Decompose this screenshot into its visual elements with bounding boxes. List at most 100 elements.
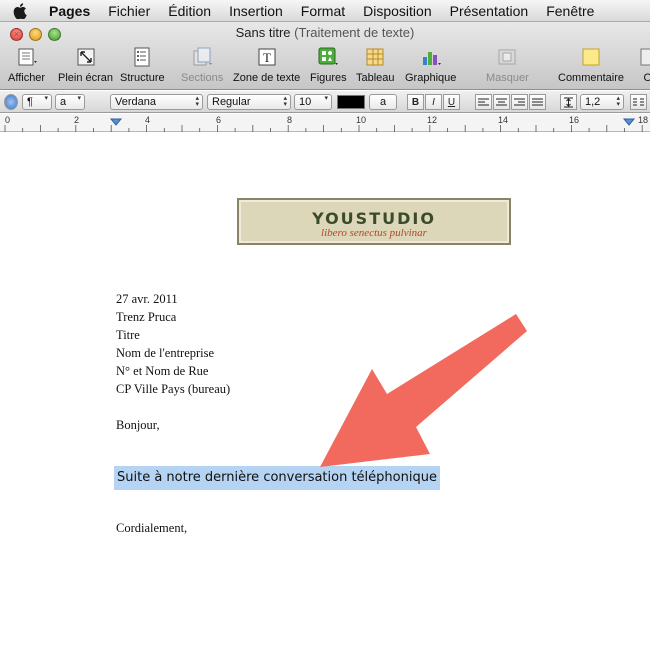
align-center-button[interactable] — [493, 94, 510, 110]
comment-icon — [580, 46, 602, 68]
view-button-label: Afficher — [8, 72, 46, 84]
document-title: Sans titre — [235, 25, 291, 40]
popup-arrow-icon: ▾ — [44, 95, 48, 102]
highlight-color-well[interactable]: a — [369, 94, 397, 110]
char-style-value: a — [60, 96, 67, 108]
document-page[interactable]: YOUSTUDIO libero senectus pulvinar 27 av… — [0, 133, 650, 652]
outline-button-label: Structure — [120, 72, 165, 84]
underline-button[interactable]: U — [443, 94, 460, 110]
justify-button[interactable] — [529, 94, 546, 110]
svg-text:T: T — [263, 50, 271, 65]
outline-button[interactable]: Structure — [120, 46, 165, 84]
menu-insertion[interactable]: Insertion — [220, 0, 292, 22]
paragraph-style-value: ¶ — [27, 96, 33, 108]
chart-icon — [420, 46, 442, 68]
table-icon — [364, 46, 386, 68]
mask-button-label: Masquer — [486, 72, 529, 84]
highlight-label: a — [379, 96, 387, 108]
textbox-icon: T — [256, 46, 278, 68]
menu-fenetre[interactable]: Fenêtre — [537, 0, 603, 22]
styles-drawer-button[interactable] — [4, 94, 18, 110]
table-button-label: Tableau — [356, 72, 395, 84]
align-right-button[interactable] — [511, 94, 528, 110]
menu-presentation[interactable]: Présentation — [441, 0, 538, 22]
more-icon — [638, 46, 650, 68]
bold-button[interactable]: B — [407, 94, 424, 110]
typeface-value: Regular — [212, 96, 251, 108]
window-title: Sans titre (Traitement de texte) — [0, 25, 650, 40]
ruler-label: 2 — [74, 115, 80, 125]
line-spacing-value: 1,2 — [585, 96, 601, 108]
justify-icon — [532, 98, 543, 105]
shapes-button-label: Figures — [310, 72, 347, 84]
ruler-ticks — [4, 118, 643, 132]
align-center-icon — [496, 98, 507, 105]
text-color-well[interactable] — [337, 95, 365, 109]
horizontal-ruler[interactable]: 0 2 4 6 8 10 12 14 16 18 — [0, 114, 650, 132]
document-mode: (Traitement de texte) — [294, 25, 415, 40]
window-titlebar: × Sans titre (Traitement de texte) Affic… — [0, 22, 650, 90]
ruler-label: 18 — [638, 115, 649, 125]
outline-icon — [131, 46, 153, 68]
align-left-button[interactable] — [475, 94, 492, 110]
line-spacing-icon-button[interactable] — [560, 94, 577, 110]
textbox-button[interactable]: T Zone de texte — [233, 46, 300, 84]
menu-fichier[interactable]: Fichier — [99, 0, 159, 22]
chart-button[interactable]: Graphique — [405, 46, 456, 84]
chart-button-label: Graphique — [405, 72, 457, 84]
font-family-popup[interactable]: Verdana ▴ ▾ — [110, 94, 203, 110]
comment-button-label: Commentaire — [558, 72, 625, 84]
table-button[interactable]: Tableau — [356, 46, 395, 84]
shapes-button[interactable]: Figures — [310, 46, 347, 84]
popup-arrow-icon: ▾ — [77, 95, 81, 102]
ruler-label: 14 — [498, 115, 509, 125]
fullscreen-icon — [75, 46, 97, 68]
popup-updown-icon: ▴ ▾ — [283, 95, 287, 108]
font-family-value: Verdana — [115, 96, 156, 108]
more-toolbar-button[interactable]: Ol — [638, 46, 650, 84]
mask-button[interactable]: Masquer — [486, 46, 529, 84]
char-style-popup[interactable]: a ▾ — [55, 94, 85, 110]
ruler-label: 0 — [5, 115, 11, 125]
mask-icon — [496, 46, 518, 68]
columns-button[interactable] — [630, 94, 647, 110]
menu-disposition[interactable]: Disposition — [354, 0, 440, 22]
view-button[interactable]: Afficher — [8, 46, 45, 84]
ruler-label: 4 — [145, 115, 151, 125]
align-right-icon — [514, 98, 525, 105]
ruler-label: 8 — [287, 115, 293, 125]
menu-bar: Pages Fichier Édition Insertion Format D… — [0, 0, 650, 22]
paragraph-style-popup[interactable]: ¶ ▾ — [22, 94, 52, 110]
fullscreen-button-label: Plein écran — [58, 72, 114, 84]
view-icon — [16, 46, 38, 68]
font-size-field[interactable]: 10 ▾ — [294, 94, 332, 110]
shapes-icon — [317, 46, 339, 68]
ruler-label: 10 — [356, 115, 367, 125]
right-indent-marker-icon — [622, 118, 636, 126]
line-spacing-popup[interactable]: 1,2 ▴ ▾ — [580, 94, 624, 110]
popup-arrow-icon: ▾ — [324, 95, 328, 102]
textbox-button-label: Zone de texte — [233, 72, 301, 84]
left-indent-marker-icon — [109, 118, 123, 126]
sections-icon — [191, 46, 213, 68]
ruler-label: 16 — [569, 115, 580, 125]
menu-pages[interactable]: Pages — [40, 0, 99, 22]
line-spacing-icon — [564, 97, 573, 107]
menu-edition[interactable]: Édition — [159, 0, 220, 22]
font-size-value: 10 — [299, 96, 312, 108]
fullscreen-button[interactable]: Plein écran — [58, 46, 113, 84]
typeface-popup[interactable]: Regular ▴ ▾ — [207, 94, 291, 110]
menu-format[interactable]: Format — [292, 0, 354, 22]
popup-updown-icon: ▴ ▾ — [616, 95, 620, 108]
ruler-label: 6 — [216, 115, 222, 125]
toolbar: Afficher Plein écran Structure Sections … — [0, 46, 650, 88]
ruler-label: 12 — [427, 115, 438, 125]
italic-button[interactable]: I — [425, 94, 442, 110]
align-left-icon — [478, 98, 489, 105]
more-button-label: Ol — [643, 72, 650, 84]
columns-icon — [633, 98, 644, 105]
comment-button[interactable]: Commentaire — [558, 46, 624, 84]
apple-menu-icon[interactable] — [0, 0, 40, 22]
annotation-arrow-icon — [320, 314, 527, 467]
sections-button[interactable]: Sections — [181, 46, 223, 84]
